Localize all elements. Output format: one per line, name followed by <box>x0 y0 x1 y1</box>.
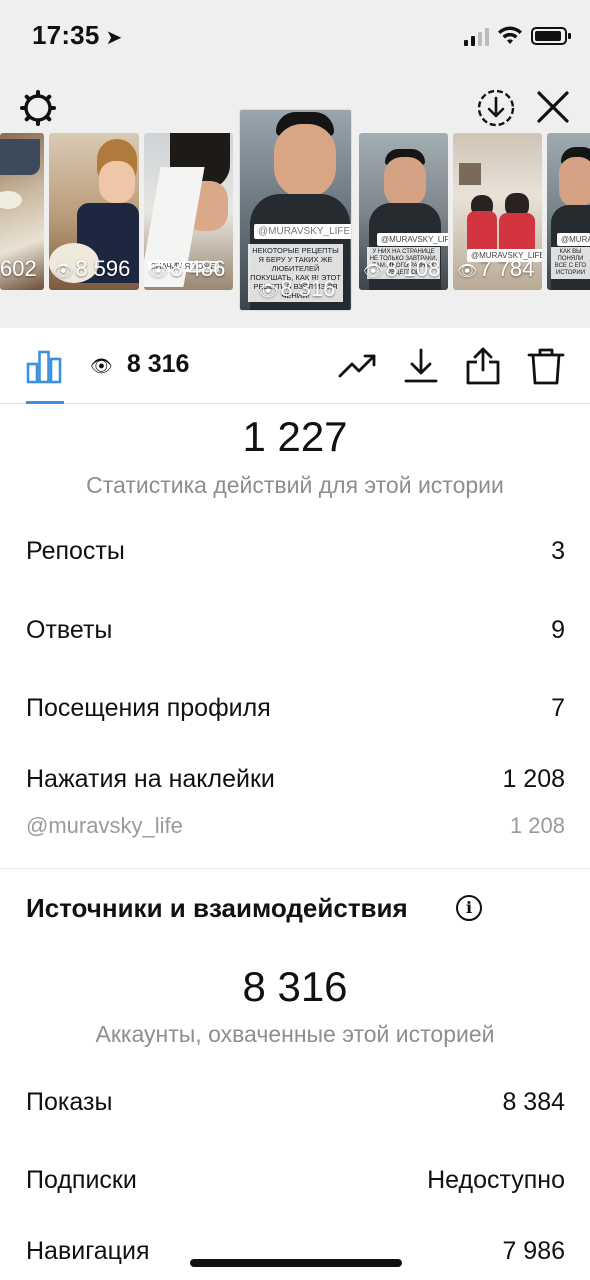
story-scene-face <box>559 157 590 207</box>
eye-icon: 👁 <box>258 283 279 300</box>
story-scene-shirt <box>467 211 497 251</box>
stat-label: Репосты <box>26 537 125 565</box>
trending-icon[interactable] <box>338 346 378 386</box>
stat-label: Посещения профиля <box>26 694 271 722</box>
stat-value: 8 384 <box>502 1088 565 1116</box>
story-thumbnail[interactable]: @MURAVSKY_LIFE У НИХ НА СТРАНИЦЕ НЕ ТОЛЬ… <box>359 133 448 290</box>
selected-pointer <box>283 314 307 326</box>
story-preview-area: 17:35 ➤ 602 👁8 596 ЗНАЧИТ Я ТОЖЕ 👁8 486 … <box>0 0 590 328</box>
story-scene-face <box>99 161 135 203</box>
story-thumbnail-selected[interactable]: @MURAVSKY_LIFE НЕКОТОРЫЕ РЕЦЕПТЫ Я БЕРУ … <box>239 109 352 311</box>
stat-sub-value: 1 208 <box>509 813 565 838</box>
story-view-count: 👁7 784 <box>457 256 535 281</box>
download-icon[interactable] <box>401 346 441 386</box>
trash-icon[interactable] <box>526 346 566 386</box>
story-caption: КАК ВЫ ПОНЯЛИ ВСЕ С ЕГО ИСТОРИИ <box>551 247 590 279</box>
story-thumbnail[interactable]: 602 <box>0 133 44 290</box>
stat-label: Навигация <box>26 1237 150 1265</box>
stat-value: Недоступно <box>427 1166 565 1194</box>
story-thumbnail[interactable]: 👁8 596 <box>49 133 139 290</box>
status-time: 17:35 ➤ <box>32 20 122 51</box>
active-tab-indicator <box>26 401 64 404</box>
stat-value: 7 986 <box>502 1237 565 1265</box>
stat-value: 1 208 <box>502 765 565 793</box>
clock: 17:35 <box>32 20 100 50</box>
eye-icon: 👁 <box>457 263 478 280</box>
stat-label: Показы <box>26 1088 113 1116</box>
story-scene-face <box>384 157 426 207</box>
story-thumbnails: 602 👁8 596 ЗНАЧИТ Я ТОЖЕ 👁8 486 @MURAVSK… <box>0 109 590 311</box>
story-view-count: 602 <box>0 256 37 281</box>
eye-icon: 👁 <box>363 263 384 280</box>
stat-sub-label: @muravsky_life <box>26 813 183 838</box>
insights-toolbar: 👁 8 316 <box>0 328 590 404</box>
stat-value: 7 <box>551 694 565 722</box>
stat-value: 3 <box>551 537 565 565</box>
story-view-count: 👁8 486 <box>148 256 226 281</box>
story-thumbnail[interactable]: @MURAVSKY_LIFE 👁7 784 <box>453 133 542 290</box>
story-scene-cabinet <box>459 163 481 185</box>
home-indicator[interactable] <box>190 1259 402 1267</box>
cellular-signal-icon <box>464 28 489 46</box>
close-icon[interactable] <box>536 90 570 124</box>
stat-label: Подписки <box>26 1166 137 1194</box>
stat-value: 9 <box>551 616 565 644</box>
sources-title: Источники и взаимодействия <box>26 893 408 923</box>
actions-subtitle: Статистика действий для этой истории <box>86 472 504 498</box>
viewers-count[interactable]: 👁 8 316 <box>90 350 189 379</box>
section-divider <box>0 868 590 869</box>
info-icon[interactable]: i <box>456 895 482 921</box>
download-circle-icon[interactable] <box>476 88 516 128</box>
story-scene-person <box>0 139 40 175</box>
settings-gear-icon[interactable] <box>20 90 56 126</box>
reach-subtitle: Аккаунты, охваченные этой историей <box>95 1021 495 1047</box>
eye-icon: 👁 <box>148 263 169 280</box>
story-scene-face <box>274 124 336 198</box>
story-thumbnail[interactable]: @MURAVS КАК ВЫ ПОНЯЛИ ВСЕ С ЕГО ИСТОРИИ <box>547 133 590 290</box>
story-view-count: 👁8 108 <box>363 256 441 281</box>
story-thumbnail[interactable]: ЗНАЧИТ Я ТОЖЕ 👁8 486 <box>144 133 233 290</box>
eye-icon: 👁 <box>53 263 74 280</box>
share-icon[interactable] <box>463 346 503 386</box>
actions-total: 1 227 <box>242 413 348 460</box>
story-mention-sticker: @MURAVSKY_LIFE <box>377 233 448 246</box>
story-mention-sticker: @MURAVSKY_LIFE <box>254 224 351 239</box>
story-mention-sticker: @MURAVS <box>557 233 590 246</box>
story-view-count: 👁8 596 <box>53 256 131 281</box>
location-icon: ➤ <box>105 27 123 49</box>
bar-chart-icon[interactable] <box>26 348 62 384</box>
battery-icon <box>531 27 571 45</box>
viewers-count-value: 8 316 <box>126 350 190 378</box>
wifi-icon <box>498 26 522 44</box>
stat-label: Ответы <box>26 616 113 644</box>
eye-icon: 👁 <box>90 356 113 376</box>
status-bar: 17:35 ➤ <box>0 0 590 70</box>
reach-total: 8 316 <box>242 963 348 1010</box>
story-view-count: 👁8 316 <box>258 276 336 301</box>
stat-label: Нажатия на наклейки <box>26 765 275 793</box>
story-scene-shirt <box>499 213 535 253</box>
